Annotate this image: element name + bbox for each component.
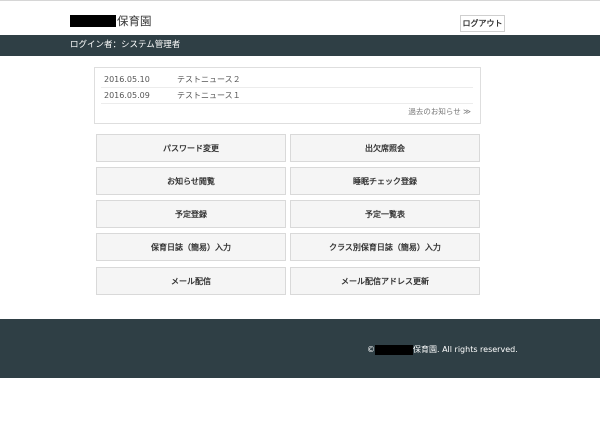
daycare-diary-button[interactable]: 保育日誌（簡易）入力 (96, 233, 286, 261)
redacted-name (375, 345, 413, 355)
copyright: © 保育園. All rights reserved. (367, 344, 518, 356)
past-news-link[interactable]: 過去のお知らせ ≫ (408, 107, 471, 117)
news-item[interactable]: 2016.05.09 テストニュース１ (101, 88, 473, 104)
mail-send-button[interactable]: メール配信 (96, 267, 286, 295)
news-title[interactable]: テストニュース１ (177, 88, 241, 104)
sleep-check-button[interactable]: 睡眠チェック登録 (290, 167, 480, 195)
logged-in-user: ログイン者：システム管理者 (70, 40, 181, 50)
header: 保育園 ログアウト (0, 1, 600, 35)
mail-address-update-button[interactable]: メール配信アドレス更新 (290, 267, 480, 295)
brand-text: 保育園 (117, 14, 152, 28)
schedule-list-button[interactable]: 予定一覧表 (290, 200, 480, 228)
site-brand[interactable]: 保育園 (70, 14, 152, 28)
news-panel: 2016.05.10 テストニュース２ 2016.05.09 テストニュース１ … (94, 67, 481, 124)
logout-button[interactable]: ログアウト (460, 15, 505, 32)
schedule-register-button[interactable]: 予定登録 (96, 200, 286, 228)
news-title[interactable]: テストニュース２ (177, 72, 241, 88)
notice-view-button[interactable]: お知らせ閲覧 (96, 167, 286, 195)
redacted-name (70, 15, 116, 27)
news-date: 2016.05.10 (104, 75, 150, 84)
user-bar: ログイン者：システム管理者 (0, 35, 600, 56)
copyright-text: 保育園. All rights reserved. (413, 345, 518, 354)
attendance-inquiry-button[interactable]: 出欠席照会 (290, 134, 480, 162)
footer: © 保育園. All rights reserved. (0, 319, 600, 378)
copyright-symbol: © (367, 345, 375, 354)
password-change-button[interactable]: パスワード変更 (96, 134, 286, 162)
news-item[interactable]: 2016.05.10 テストニュース２ (101, 72, 473, 88)
news-date: 2016.05.09 (104, 91, 150, 100)
class-diary-button[interactable]: クラス別保育日誌（簡易）入力 (290, 233, 480, 261)
